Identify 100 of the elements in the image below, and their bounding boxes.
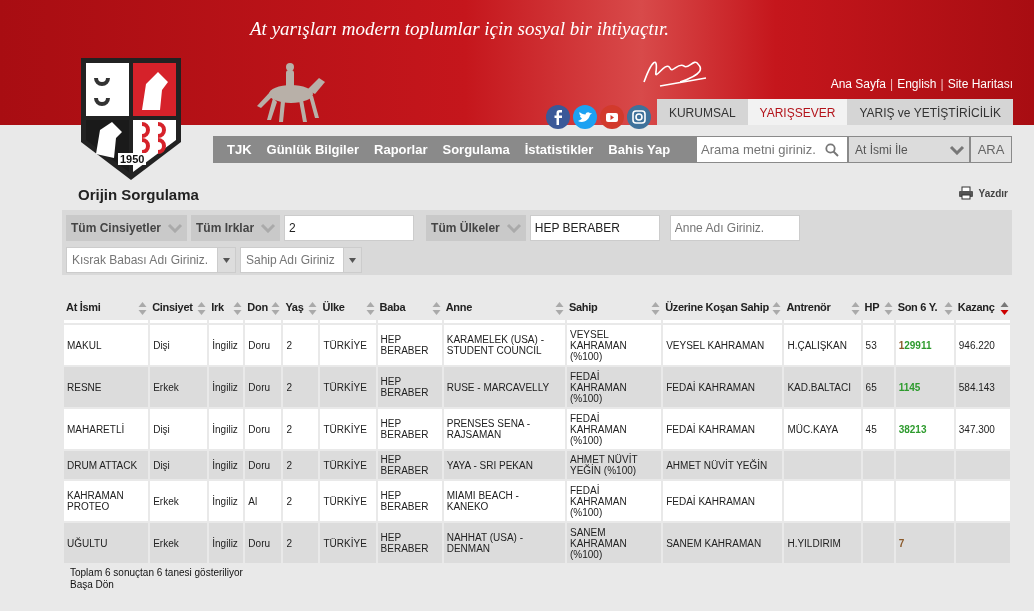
table-cell: FEDAİ KAHRAMAN (%100) (569, 484, 627, 518)
table-cell: 45 (865, 423, 877, 435)
table-cell: FEDAİ KAHRAMAN (666, 381, 756, 393)
table-cell: Doru (248, 381, 271, 393)
filter-input[interactable]: Sahip Adı Giriniz (240, 247, 344, 273)
table-cell: Erkek (153, 537, 179, 549)
search-icon (825, 142, 839, 157)
table-cell: 2 (286, 339, 292, 351)
search-mode-dropdown[interactable]: At İsmi İle (849, 137, 969, 162)
table-cell: Erkek (153, 495, 179, 507)
table-cell: İngiliz (212, 339, 238, 351)
table-cell: İngiliz (212, 495, 238, 507)
table-cell: TÜRKİYE (323, 537, 367, 549)
table-cell: HEP BERABER (380, 376, 429, 398)
table-cell: 7 (898, 537, 905, 549)
dropdown-button[interactable] (344, 247, 362, 273)
table-cell: AHMET NÜVİT YEĞİN (666, 459, 768, 471)
table-cell: İngiliz (212, 537, 238, 549)
table-cell: Dişi (153, 339, 170, 351)
table-cell: MAKUL (67, 339, 102, 351)
table-cell: HEP BERABER (380, 418, 429, 440)
table-cell: 2 (286, 495, 292, 507)
table-cell: SANEM KAHRAMAN (666, 537, 762, 549)
filter-input[interactable]: Kısrak Babası Adı Giriniz. (66, 247, 218, 273)
section-tab[interactable]: YARIŞSEVER (747, 99, 848, 125)
slogan-text: At yarışları modern toplumlar için sosyal bir ihtiyaçtır. (250, 18, 670, 40)
table-cell: RESNE (67, 381, 102, 393)
dropdown-button[interactable] (218, 247, 236, 273)
search-button[interactable]: ARA (971, 137, 1011, 162)
table-cell: FEDAİ KAHRAMAN (666, 495, 756, 507)
chevron-down-icon (167, 223, 184, 233)
table-cell: HEP BERABER (380, 334, 429, 356)
table-cell: 129911 (898, 339, 932, 351)
table-cell: KAHRAMAN PROTEO (67, 490, 124, 512)
table-cell: HEP BERABER (380, 490, 429, 512)
table-cell: 2 (286, 537, 292, 549)
table-cell: VEYSEL KAHRAMAN (%100) (569, 328, 627, 362)
section-tab[interactable]: KURUMSAL (656, 99, 748, 125)
printer-icon (957, 186, 974, 200)
logo-year: 1950 (118, 153, 147, 165)
top-link[interactable]: Ana Sayfa (830, 77, 887, 91)
table-cell: 2 (286, 381, 292, 393)
table-cell: AHMET NÜVİT YEĞİN (%100) (569, 454, 638, 476)
table-cell: 65 (865, 381, 877, 393)
print-link[interactable]: Yazdır (957, 186, 1008, 200)
table-cell: FEDAİ KAHRAMAN (%100) (569, 412, 627, 446)
twitter-icon (572, 105, 597, 129)
table-cell: DRUM ATTACK (67, 459, 138, 471)
table-cell: Erkek (153, 381, 179, 393)
section-tab[interactable]: YARIŞ ve YETİŞTİRİCİLİK (847, 99, 1013, 125)
table-cell: Dişi (153, 423, 170, 435)
separator: | (890, 77, 894, 91)
table-cell: Al (248, 495, 258, 507)
filter-dropdown[interactable]: Tüm Ülkeler (426, 215, 526, 241)
table-cell: FEDAİ KAHRAMAN (666, 423, 756, 435)
table-cell: PRENSES SENA - RAJSAMAN (446, 418, 531, 440)
table-cell: RUSE - MARCAVELLY (446, 381, 550, 393)
filter-dropdown[interactable]: Tüm Cinsiyetler (66, 215, 188, 241)
table-cell: 2 (286, 459, 292, 471)
table-cell: Dişi (153, 459, 170, 471)
caret-icon (223, 257, 230, 263)
caret-icon (349, 257, 356, 263)
youtube-icon (599, 105, 624, 129)
table-cell: H.YILDIRIM (787, 537, 841, 549)
back-to-top-link[interactable]: Başa Dön (70, 579, 114, 590)
table-cell: 946.220 (958, 339, 995, 351)
table-cell: KAD.BALTACI (787, 381, 851, 393)
top-link[interactable]: English (897, 77, 937, 91)
instagram-icon (626, 105, 651, 129)
table-cell: HEP BERABER (380, 454, 429, 476)
table-cell: MAHARETLİ (67, 423, 125, 435)
table-cell: 53 (865, 339, 877, 351)
table-cell: 347.300 (958, 423, 995, 435)
table-cell: İngiliz (212, 459, 238, 471)
table-cell: 2 (286, 423, 292, 435)
filter-input[interactable]: Anne Adı Giriniz. (669, 215, 800, 241)
table-cell: TÜRKİYE (323, 459, 367, 471)
table-cell: İngiliz (212, 381, 238, 393)
facebook-icon (545, 105, 570, 129)
table-cell: NAHHAT (USA) - DENMAN (446, 532, 524, 554)
page-title: Orijin Sorgulama (78, 186, 199, 203)
table-cell: MIAMI BEACH - KANEKO (446, 490, 519, 512)
table-cell: H.ÇALIŞKAN (787, 339, 847, 351)
table-cell: Doru (248, 537, 271, 549)
separator: | (940, 77, 944, 91)
table-cell: YAYA - SRI PEKAN (446, 459, 533, 471)
table-cell: 584.143 (958, 381, 995, 393)
top-link[interactable]: Site Haritası (947, 77, 1013, 91)
table-cell: Doru (248, 339, 271, 351)
chevron-down-icon (505, 223, 522, 233)
table-cell: TÜRKİYE (323, 495, 367, 507)
table-cell: Doru (248, 423, 271, 435)
search-field[interactable]: Arama metni giriniz. (697, 137, 847, 162)
table-cell: UĞULTU (67, 537, 108, 549)
filter-input[interactable]: HEP BERABER (529, 215, 660, 241)
filter-input[interactable]: 2 (284, 215, 415, 241)
table-cell: İngiliz (212, 423, 238, 435)
table-cell: HEP BERABER (380, 532, 429, 554)
table-cell: VEYSEL KAHRAMAN (666, 339, 765, 351)
filter-dropdown[interactable]: Tüm Irklar (191, 215, 281, 241)
